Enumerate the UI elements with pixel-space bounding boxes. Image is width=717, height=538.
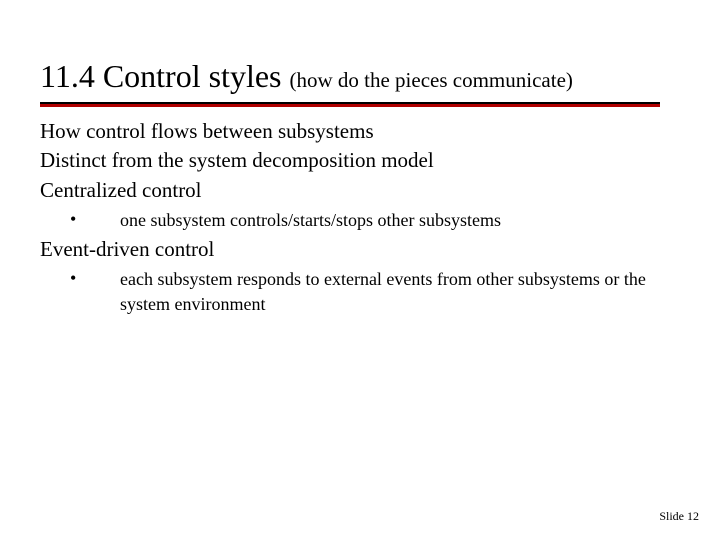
body-line-1: How control flows between subsystems xyxy=(40,118,680,145)
body-line-4: Event-driven control xyxy=(40,236,680,263)
bullet-row-2: • each subsystem responds to external ev… xyxy=(40,267,680,316)
bullet-icon: • xyxy=(40,267,120,290)
bullet-text-2: each subsystem responds to external even… xyxy=(120,267,680,316)
slide: 11.4 Control styles (how do the pieces c… xyxy=(0,0,717,538)
slide-title: 11.4 Control styles (how do the pieces c… xyxy=(40,58,680,95)
body-line-2: Distinct from the system decomposition m… xyxy=(40,147,680,174)
title-main: 11.4 Control styles xyxy=(40,58,289,94)
title-sub: (how do the pieces communicate) xyxy=(289,68,572,92)
body-line-3: Centralized control xyxy=(40,177,680,204)
bullet-text-1: one subsystem controls/starts/stops othe… xyxy=(120,208,680,232)
bullet-icon: • xyxy=(40,208,120,231)
bullet-row-1: • one subsystem controls/starts/stops ot… xyxy=(40,208,680,232)
slide-number: Slide 12 xyxy=(659,509,699,524)
title-underline-red xyxy=(40,104,660,107)
slide-body: How control flows between subsystems Dis… xyxy=(40,118,680,320)
